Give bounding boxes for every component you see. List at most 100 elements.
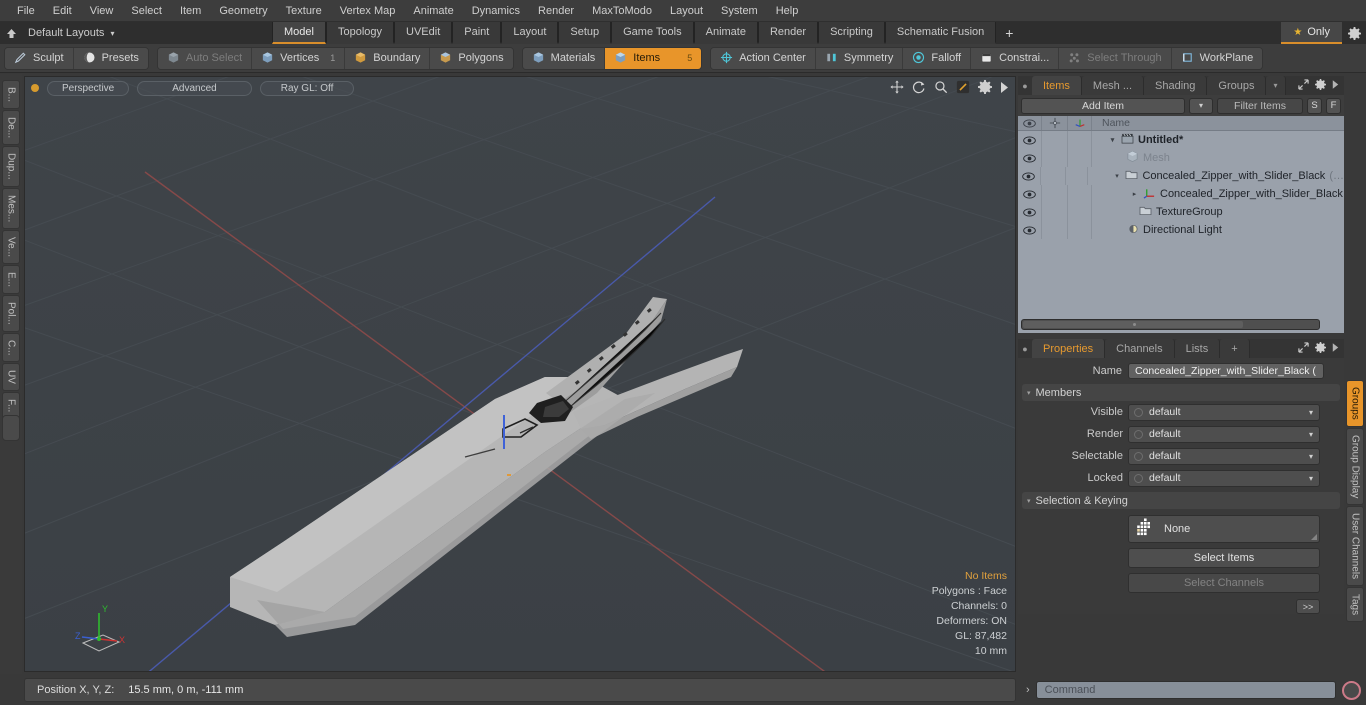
visibility-toggle[interactable] — [1018, 149, 1042, 167]
expand-icon[interactable] — [1298, 78, 1309, 93]
select-items-button[interactable]: Select Items — [1128, 548, 1320, 568]
tab-groups[interactable]: Groups — [1207, 76, 1267, 95]
menu-item-render[interactable]: Render — [529, 2, 583, 20]
play-icon[interactable] — [1332, 342, 1339, 355]
selection-keying-section-header[interactable]: ▾ Selection & Keying — [1022, 492, 1340, 509]
filter-s-button[interactable]: S — [1307, 97, 1322, 114]
menu-item-item[interactable]: Item — [171, 2, 210, 20]
select-through-button[interactable]: Select Through — [1059, 47, 1172, 69]
render-dropdown[interactable]: default ▾ — [1128, 425, 1320, 443]
visible-dropdown[interactable]: default ▾ — [1128, 403, 1320, 421]
vertices-button[interactable]: Vertices 1 — [252, 47, 346, 69]
gear-icon[interactable] — [1315, 341, 1326, 356]
boundary-button[interactable]: Boundary — [345, 47, 431, 69]
tab-lists[interactable]: Lists — [1174, 339, 1221, 358]
visibility-toggle[interactable] — [1018, 221, 1042, 239]
transform-cell[interactable] — [1042, 221, 1068, 239]
members-section-header[interactable]: ▾ Members — [1022, 384, 1340, 401]
only-toggle-button[interactable]: ★ Only — [1281, 22, 1342, 44]
left-tab-basic[interactable]: B... — [2, 80, 20, 110]
viewport-shading-button[interactable]: Advanced — [137, 80, 252, 96]
menu-item-geometry[interactable]: Geometry — [210, 2, 276, 20]
tree-item-untitled[interactable]: ▾ Untitled* — [1092, 133, 1344, 147]
menu-item-maxtomodo[interactable]: MaxToModo — [583, 2, 661, 20]
filter-f-button[interactable]: F — [1326, 97, 1341, 114]
fit-icon[interactable] — [956, 80, 970, 97]
tab-channels[interactable]: Channels — [1105, 339, 1175, 358]
gear-icon[interactable] — [1315, 78, 1326, 93]
transform-cell[interactable] — [1042, 203, 1068, 221]
table-row[interactable]: ▾ Untitled* — [1018, 131, 1344, 149]
default-layouts-dropdown[interactable]: Default Layouts ▾ — [22, 22, 272, 44]
channel-dot-icon[interactable] — [1134, 473, 1143, 483]
transform-cell[interactable] — [1041, 167, 1066, 185]
tab-topology[interactable]: Topology — [325, 22, 395, 44]
gear-icon[interactable] — [978, 80, 992, 97]
viewport-3d[interactable]: Perspective Advanced Ray GL: Off No Item… — [24, 76, 1016, 672]
record-orb-icon[interactable] — [1342, 680, 1361, 700]
sculpt-button[interactable]: Sculpt — [5, 47, 74, 69]
transform-cell[interactable] — [1042, 149, 1068, 167]
tree-item-zipper-group[interactable]: ▾ Concealed_Zipper_with_Slider_Black (… — [1088, 169, 1344, 183]
left-collapsed-panel[interactable] — [2, 415, 20, 441]
right-tab-user-channels[interactable]: User Channels — [1346, 506, 1364, 587]
viewport-projection-button[interactable]: Perspective — [47, 80, 130, 96]
visibility-toggle[interactable] — [1018, 185, 1042, 203]
more-options-button[interactable]: >> — [1296, 599, 1320, 614]
tree-item-zipper-locator[interactable]: ▸ Concealed_Zipper_with_Slider_Black — [1092, 187, 1344, 202]
tab-shading[interactable]: Shading — [1144, 76, 1208, 95]
items-button[interactable]: Items 5 — [605, 47, 702, 69]
menu-item-help[interactable]: Help — [767, 2, 808, 20]
panel-menu-dot[interactable]: ● — [1018, 76, 1032, 95]
menu-item-layout[interactable]: Layout — [661, 2, 712, 20]
tab-render[interactable]: Render — [757, 22, 819, 44]
channel-dot-icon[interactable] — [1134, 451, 1143, 461]
axis-cell[interactable] — [1066, 167, 1089, 185]
tab-items[interactable]: Items — [1032, 76, 1082, 95]
twisty-icon[interactable]: ▾ — [1112, 172, 1121, 180]
tab-overflow-caret[interactable]: ▾ — [1266, 76, 1286, 95]
tab-paint[interactable]: Paint — [452, 22, 502, 44]
tab-add[interactable]: + — [1220, 339, 1250, 358]
table-row[interactable]: Mesh — [1018, 149, 1344, 167]
presets-button[interactable]: Presets — [73, 47, 148, 69]
axis-cell[interactable] — [1068, 131, 1092, 149]
twisty-icon[interactable]: ▸ — [1130, 190, 1139, 198]
right-tab-tags[interactable]: Tags — [1346, 587, 1364, 623]
items-tree-hscrollbar[interactable] — [1021, 319, 1320, 330]
menu-item-edit[interactable]: Edit — [44, 2, 81, 20]
symmetry-button[interactable]: Symmetry — [815, 47, 904, 69]
tab-setup[interactable]: Setup — [558, 22, 612, 44]
locked-dropdown[interactable]: default ▾ — [1128, 469, 1320, 487]
channel-dot-icon[interactable] — [1134, 407, 1143, 417]
tab-model[interactable]: Model — [272, 22, 326, 44]
left-tab-deform[interactable]: De... — [2, 110, 20, 146]
axis-cell[interactable] — [1068, 185, 1092, 203]
menu-item-system[interactable]: System — [712, 2, 767, 20]
auto-select-button[interactable]: Auto Select — [157, 47, 253, 69]
left-tab-mesh[interactable]: Mes... — [2, 187, 20, 230]
move-icon[interactable] — [890, 80, 904, 97]
polygons-button[interactable]: Polygons — [430, 47, 513, 69]
add-item-dropdown[interactable]: ▾ — [1189, 97, 1213, 114]
zoom-icon[interactable] — [934, 80, 948, 97]
twisty-icon[interactable]: ▾ — [1108, 136, 1117, 144]
scrollbar-thumb[interactable] — [1023, 321, 1243, 328]
name-field[interactable]: Concealed_Zipper_with_Slider_Black ( — [1128, 363, 1324, 379]
viewport-raygl-button[interactable]: Ray GL: Off — [259, 80, 355, 96]
left-tab-duplicate[interactable]: Dup... — [2, 146, 20, 187]
menu-item-dynamics[interactable]: Dynamics — [463, 2, 529, 20]
left-tab-vertex[interactable]: Ve... — [2, 230, 20, 265]
axis-cell[interactable] — [1068, 149, 1092, 167]
play-icon[interactable] — [1000, 81, 1009, 96]
select-channels-button[interactable]: Select Channels — [1128, 573, 1320, 593]
rotate-icon[interactable] — [912, 80, 926, 97]
menu-item-animate[interactable]: Animate — [404, 2, 462, 20]
visibility-toggle[interactable] — [1018, 203, 1042, 221]
right-tab-groups[interactable]: Groups — [1346, 380, 1364, 427]
right-tab-group-display[interactable]: Group Display — [1346, 427, 1364, 506]
axis-cell[interactable] — [1068, 221, 1092, 239]
tab-schematic-fusion[interactable]: Schematic Fusion — [884, 22, 997, 44]
tab-layout[interactable]: Layout — [501, 22, 559, 44]
tab-properties[interactable]: Properties — [1032, 339, 1106, 358]
